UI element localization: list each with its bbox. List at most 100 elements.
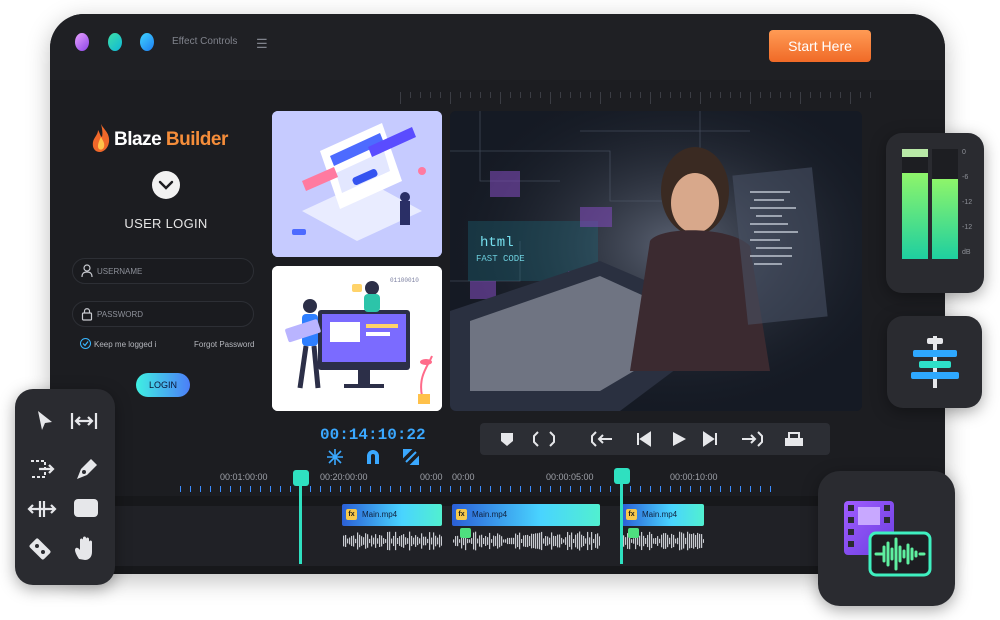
timeline-tick bbox=[650, 486, 651, 492]
login-button[interactable]: LOGIN bbox=[136, 373, 190, 397]
slip-icon[interactable] bbox=[27, 455, 57, 483]
move-icon[interactable] bbox=[27, 495, 57, 523]
razor-icon[interactable] bbox=[25, 535, 55, 563]
ruler-tick bbox=[590, 92, 591, 98]
media-clip-icon[interactable] bbox=[842, 499, 934, 579]
db-label: -12 bbox=[962, 199, 973, 206]
chevron-down-icon[interactable] bbox=[152, 171, 180, 199]
waveform-bar bbox=[441, 536, 442, 546]
waveform-bar bbox=[573, 538, 575, 544]
waveform-bar bbox=[577, 533, 579, 549]
brand-name-part2: Builder bbox=[165, 129, 228, 150]
brand-name-part1: Blaze bbox=[114, 129, 162, 150]
remember-me-checkbox[interactable] bbox=[80, 338, 91, 349]
fx-badge: fx bbox=[346, 509, 357, 520]
developer-thumbnail[interactable]: 01100010 bbox=[272, 266, 442, 411]
clip-name: Main.mp4 bbox=[642, 510, 678, 519]
waveform-bar bbox=[453, 539, 455, 543]
waveform-bar bbox=[567, 531, 569, 551]
window-dot-blue[interactable] bbox=[140, 33, 154, 51]
website-thumbnail[interactable] bbox=[272, 111, 442, 257]
waveform-bar bbox=[365, 533, 367, 549]
audio-waveform[interactable] bbox=[452, 530, 600, 552]
waveform-bar bbox=[637, 537, 639, 545]
waveform-bar bbox=[555, 536, 557, 546]
db-label: -6 bbox=[962, 174, 969, 181]
step-back-icon[interactable] bbox=[636, 431, 654, 447]
hand-icon[interactable] bbox=[71, 535, 101, 563]
waveform-bar bbox=[431, 537, 433, 545]
rectangle-icon[interactable] bbox=[71, 495, 101, 523]
ruler-tick bbox=[870, 92, 871, 98]
editor-window: Effect Controls ☰ Start Here Blaze Build… bbox=[50, 14, 945, 574]
ruler-tick bbox=[410, 92, 411, 98]
timeline-ruler[interactable]: 00:01:00:00 00:20:00:00 00:00 00:00 00:0… bbox=[50, 472, 945, 492]
password-field[interactable] bbox=[72, 301, 254, 327]
start-here-button[interactable]: Start Here bbox=[769, 30, 871, 62]
waveform-bar bbox=[391, 538, 393, 544]
snap-tools bbox=[326, 448, 422, 466]
export-frame-icon[interactable] bbox=[782, 431, 806, 447]
window-dot-green[interactable] bbox=[108, 33, 122, 51]
clip-name: Main.mp4 bbox=[472, 510, 508, 519]
waveform-bar bbox=[373, 537, 375, 545]
timecode-display: 00:14:10:22 bbox=[320, 426, 426, 444]
waveform-bar bbox=[433, 532, 435, 550]
window-dot-purple[interactable] bbox=[75, 33, 89, 51]
waveform-bar bbox=[371, 535, 373, 547]
timeline-tick bbox=[370, 486, 371, 492]
waveform-bar bbox=[351, 535, 353, 547]
waveform-bar bbox=[687, 531, 689, 551]
sparkle-icon[interactable] bbox=[326, 448, 344, 466]
waveform-bar bbox=[491, 539, 493, 543]
ruler-tick bbox=[780, 92, 781, 98]
go-to-in-icon[interactable] bbox=[590, 431, 614, 447]
ruler-tick bbox=[840, 92, 841, 98]
waveform-bar bbox=[353, 535, 355, 547]
link-icon[interactable] bbox=[402, 448, 420, 466]
step-forward-icon[interactable] bbox=[700, 431, 718, 447]
timeline-tick bbox=[540, 486, 541, 492]
waveform-bar bbox=[513, 537, 515, 545]
waveform-bar bbox=[375, 534, 377, 548]
align-center-icon[interactable] bbox=[907, 334, 963, 390]
ruler-tick bbox=[830, 92, 831, 98]
waveform-bar bbox=[587, 531, 589, 551]
audio-waveform[interactable] bbox=[342, 530, 442, 552]
waveform-bar bbox=[487, 537, 489, 545]
mark-in-out-icon[interactable] bbox=[530, 431, 558, 447]
video-clip[interactable]: fx Main.mp4 bbox=[452, 504, 600, 526]
timeline-tick bbox=[270, 486, 271, 492]
main-video-preview[interactable]: html FAST CODE bbox=[450, 111, 862, 411]
video-clip[interactable]: fx Main.mp4 bbox=[342, 504, 442, 526]
playhead-line[interactable] bbox=[620, 482, 623, 564]
title-bar: Effect Controls ☰ Start Here bbox=[50, 14, 945, 80]
password-input[interactable] bbox=[97, 306, 247, 322]
waveform-bar bbox=[477, 538, 479, 544]
magnet-icon[interactable] bbox=[364, 448, 382, 466]
ripple-edit-icon[interactable] bbox=[69, 407, 99, 435]
marker-icon[interactable] bbox=[498, 431, 516, 447]
waveform-bar bbox=[423, 536, 425, 546]
timeline-tick bbox=[440, 486, 441, 492]
username-field[interactable] bbox=[72, 258, 254, 284]
playhead-line[interactable] bbox=[299, 484, 302, 564]
waveform-bar bbox=[497, 533, 499, 549]
waveform-bar bbox=[539, 532, 541, 550]
timeline-tick bbox=[380, 486, 381, 492]
select-arrow-icon[interactable] bbox=[29, 407, 59, 435]
waveform-bar bbox=[405, 537, 407, 545]
username-input[interactable] bbox=[97, 263, 247, 279]
ruler-tick bbox=[810, 92, 811, 98]
video-clip[interactable]: fx Main.mp4 bbox=[622, 504, 704, 526]
timeline-tick bbox=[660, 486, 661, 492]
timeline-tick bbox=[480, 486, 481, 492]
timeline-time-label: 00:01:00:00 bbox=[220, 472, 268, 482]
waveform-bar bbox=[591, 532, 593, 550]
pen-icon[interactable] bbox=[71, 455, 101, 483]
forgot-password-link[interactable]: Forgot Password bbox=[194, 340, 254, 349]
hamburger-menu-icon[interactable]: ☰ bbox=[256, 36, 268, 52]
waveform-bar bbox=[357, 532, 359, 550]
play-icon[interactable] bbox=[670, 431, 688, 447]
go-to-out-icon[interactable] bbox=[740, 431, 764, 447]
